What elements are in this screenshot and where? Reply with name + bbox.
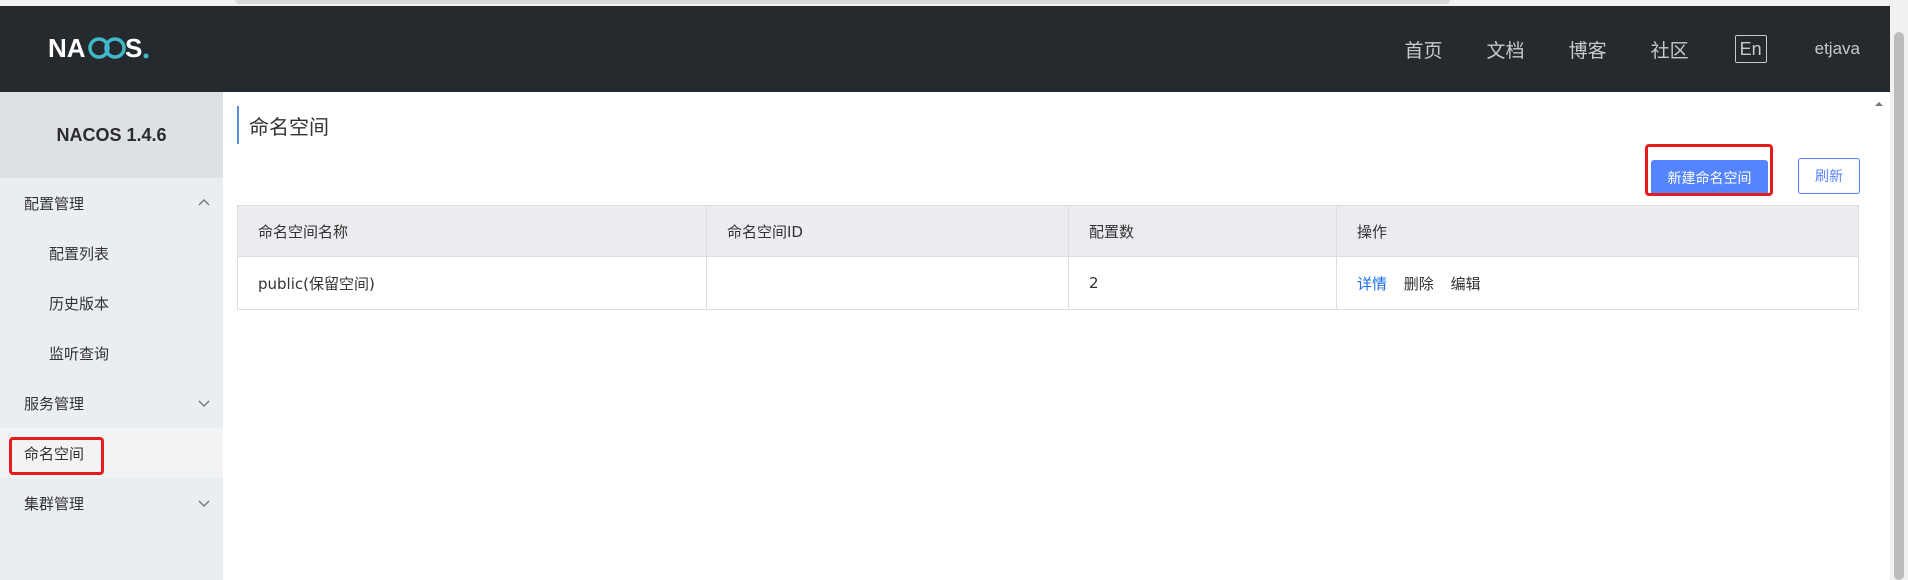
edit-link[interactable]: 编辑 <box>1451 275 1481 293</box>
column-header-count: 配置数 <box>1068 205 1337 257</box>
nacos-logo-icon: NA S <box>48 35 149 61</box>
language-toggle[interactable]: En <box>1734 35 1767 63</box>
main-content: 命名空间 新建命名空间 刷新 命名空间名称 命名空间ID 配置数 操作 publ… <box>223 92 1890 580</box>
sidebar-item-config-management[interactable]: 配置管理 <box>0 178 223 228</box>
sidebar-item-listener-query[interactable]: 监听查询 <box>0 328 223 378</box>
column-header-operations: 操作 <box>1336 205 1859 257</box>
scrollbar-thumb[interactable] <box>1894 32 1904 580</box>
sidebar-item-service-management[interactable]: 服务管理 <box>0 378 223 428</box>
user-menu[interactable]: etjava <box>1815 39 1860 59</box>
refresh-button[interactable]: 刷新 <box>1798 158 1860 194</box>
highlight-box-namespace <box>9 437 104 475</box>
sidebar-item-label: 服务管理 <box>24 394 85 413</box>
sidebar-item-label: 配置列表 <box>49 244 110 263</box>
cell-namespace-name: public(保留空间) <box>237 256 707 310</box>
top-nav: 首页 文档 博客 社区 En etjava <box>1361 6 1860 92</box>
nav-home[interactable]: 首页 <box>1405 36 1443 63</box>
sidebar: NACOS 1.4.6 配置管理 配置列表 历史版本 监听查询 服务管理 命名空… <box>0 92 223 580</box>
chevron-down-icon <box>198 400 210 407</box>
sidebar-item-history[interactable]: 历史版本 <box>0 278 223 328</box>
delete-link[interactable]: 删除 <box>1404 275 1434 293</box>
nacos-logo[interactable]: NA S <box>48 32 158 64</box>
cell-namespace-id <box>706 256 1069 310</box>
sidebar-item-config-list[interactable]: 配置列表 <box>0 228 223 278</box>
page-scrollbar[interactable] <box>1890 6 1908 580</box>
column-header-name: 命名空间名称 <box>237 205 707 257</box>
sidebar-item-cluster-management[interactable]: 集群管理 <box>0 478 223 528</box>
chevron-down-icon <box>198 500 210 507</box>
nav-docs[interactable]: 文档 <box>1487 36 1525 63</box>
nav-blog[interactable]: 博客 <box>1569 36 1607 63</box>
cell-config-count: 2 <box>1068 256 1337 310</box>
sidebar-item-label: 监听查询 <box>49 344 110 363</box>
scroll-up-arrow-icon[interactable] <box>1873 98 1885 110</box>
detail-link[interactable]: 详情 <box>1357 275 1387 293</box>
namespace-table: 命名空间名称 命名空间ID 配置数 操作 public(保留空间) 2 详情 删… <box>237 205 1859 310</box>
browser-address-bar-edge <box>235 0 1450 4</box>
column-header-id: 命名空间ID <box>706 205 1069 257</box>
sidebar-item-label: 配置管理 <box>24 194 85 213</box>
page-title: 命名空间 <box>237 106 329 144</box>
cell-operations: 详情 删除 编辑 <box>1336 256 1859 310</box>
top-header: NA S 首页 文档 博客 社区 En etjava <box>0 6 1890 92</box>
chevron-up-icon <box>198 199 210 206</box>
version-label: NACOS 1.4.6 <box>0 92 223 178</box>
table-row: public(保留空间) 2 详情 删除 编辑 <box>237 256 1859 310</box>
sidebar-item-label: 集群管理 <box>24 494 85 513</box>
highlight-box-create-button <box>1645 144 1773 196</box>
sidebar-item-label: 历史版本 <box>49 294 110 313</box>
nav-community[interactable]: 社区 <box>1651 36 1689 63</box>
svg-text:NA: NA <box>48 35 86 61</box>
svg-text:S: S <box>125 35 142 61</box>
table-header-row: 命名空间名称 命名空间ID 配置数 操作 <box>237 205 1859 257</box>
